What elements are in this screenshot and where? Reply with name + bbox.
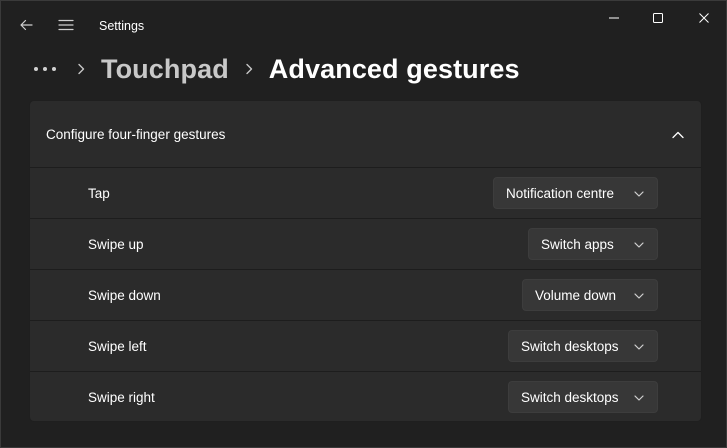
chevron-down-icon	[633, 239, 645, 251]
maximize-button[interactable]	[635, 1, 681, 35]
dropdown-value: Volume down	[535, 287, 617, 303]
maximize-icon	[653, 13, 663, 23]
minimize-button[interactable]	[591, 1, 637, 35]
four-finger-gestures-card: Configure four-finger gestures Tap Notif…	[29, 100, 702, 422]
gesture-label: Swipe up	[88, 237, 144, 252]
title-bar: Settings	[1, 1, 727, 49]
gesture-row-tap: Tap Notification centre	[30, 167, 701, 217]
hamburger-menu-icon	[58, 19, 74, 31]
more-dots-icon	[34, 67, 56, 71]
navigation-menu-button[interactable]	[50, 9, 82, 41]
chevron-up-icon	[672, 131, 684, 139]
breadcrumb-separator	[75, 61, 87, 77]
dropdown-value: Switch desktops	[521, 389, 619, 405]
dropdown-value: Switch desktops	[521, 338, 619, 354]
gesture-label: Swipe right	[88, 390, 155, 405]
gesture-row-swipe-left: Swipe left Switch desktops	[30, 320, 701, 370]
settings-window: Settings Touchpad Advanced gestures Conf…	[0, 0, 727, 448]
swipe-left-action-dropdown[interactable]: Switch desktops	[508, 330, 658, 362]
collapse-button[interactable]	[666, 125, 690, 145]
gesture-row-swipe-down: Swipe down Volume down	[30, 269, 701, 319]
chevron-down-icon	[633, 188, 645, 200]
minimize-icon	[609, 17, 619, 19]
breadcrumb-separator	[243, 61, 255, 77]
gesture-row-swipe-up: Swipe up Switch apps	[30, 218, 701, 268]
chevron-down-icon	[633, 341, 645, 353]
close-icon	[699, 13, 709, 23]
gesture-label: Swipe left	[88, 339, 147, 354]
chevron-down-icon	[633, 290, 645, 302]
app-title: Settings	[99, 19, 145, 33]
breadcrumb-item-touchpad[interactable]: Touchpad	[101, 54, 229, 85]
dropdown-value: Notification centre	[506, 185, 615, 201]
chevron-right-icon	[78, 63, 85, 75]
chevron-down-icon	[633, 392, 645, 404]
close-button[interactable]	[681, 1, 727, 35]
gesture-label: Tap	[88, 186, 110, 201]
breadcrumb-more-button[interactable]	[31, 59, 59, 79]
back-arrow-icon	[20, 19, 33, 31]
dropdown-value: Switch apps	[541, 236, 614, 252]
section-header[interactable]: Configure four-finger gestures	[30, 101, 701, 167]
gesture-label: Swipe down	[88, 288, 161, 303]
gesture-row-swipe-right: Swipe right Switch desktops	[30, 371, 701, 421]
section-title: Configure four-finger gestures	[46, 127, 226, 142]
breadcrumb: Touchpad Advanced gestures	[31, 49, 520, 89]
chevron-right-icon	[246, 63, 252, 75]
tap-action-dropdown[interactable]: Notification centre	[493, 177, 658, 209]
back-button[interactable]	[10, 9, 42, 41]
swipe-up-action-dropdown[interactable]: Switch apps	[528, 228, 658, 260]
page-title: Advanced gestures	[268, 53, 520, 84]
swipe-right-action-dropdown[interactable]: Switch desktops	[508, 381, 658, 413]
swipe-down-action-dropdown[interactable]: Volume down	[522, 279, 658, 311]
